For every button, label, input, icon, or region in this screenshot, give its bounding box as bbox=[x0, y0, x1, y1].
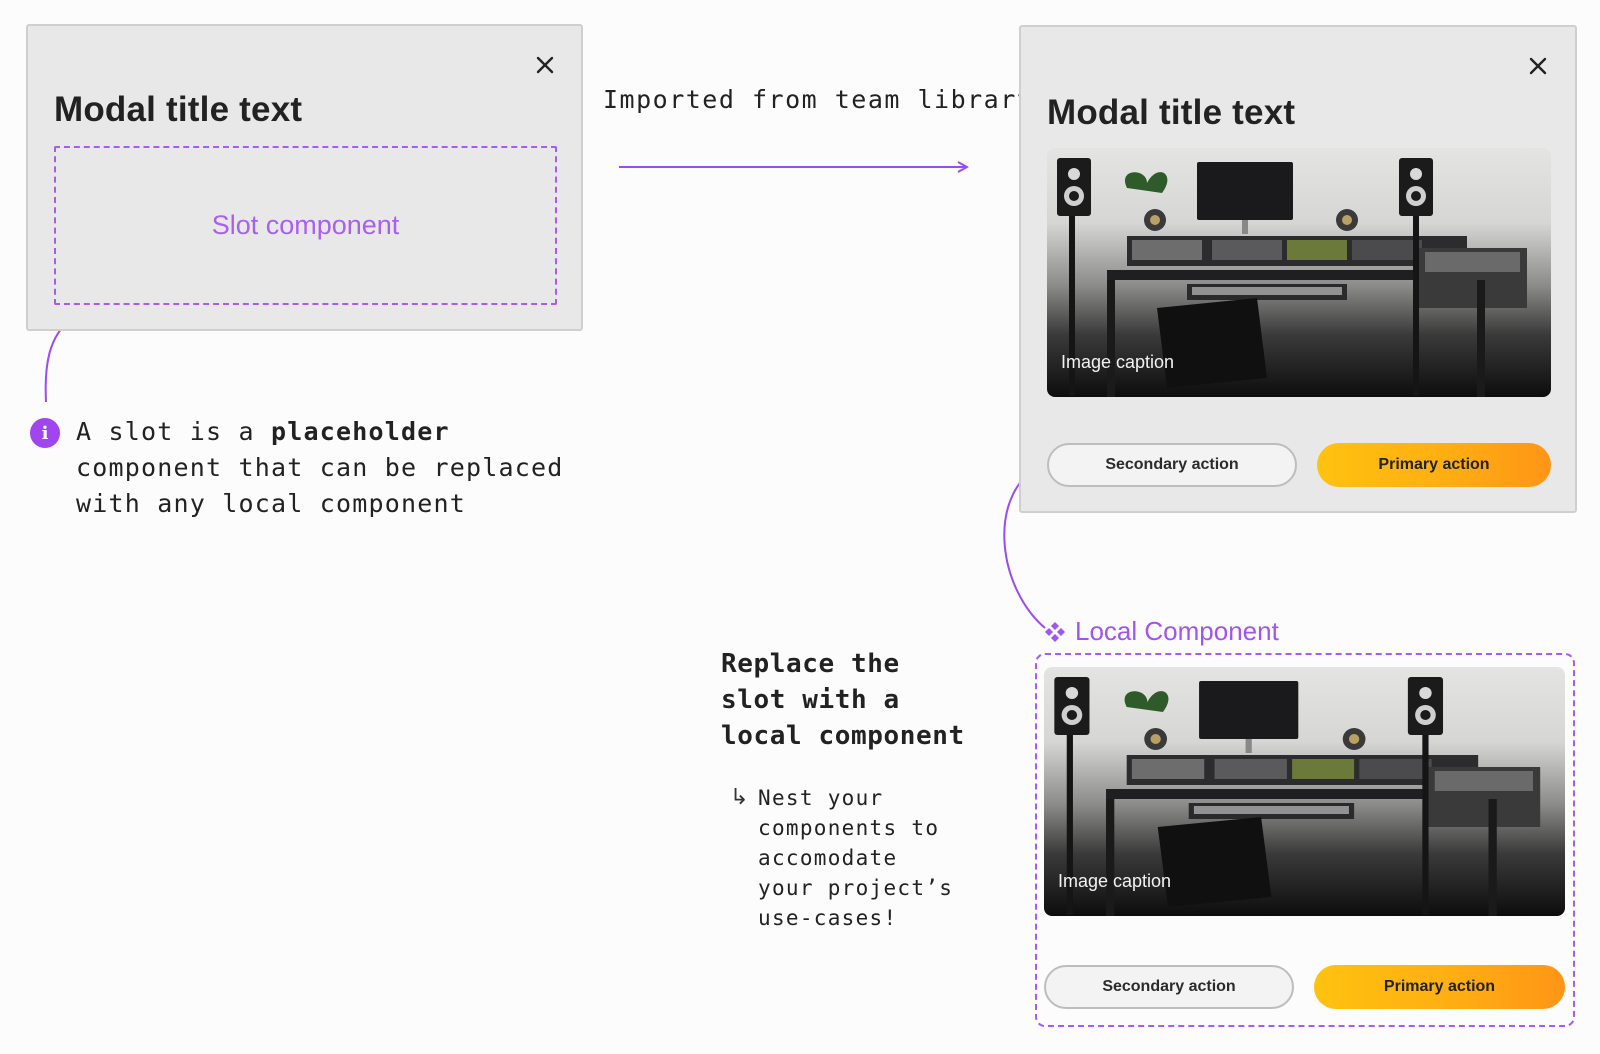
modal-title: Modal title text bbox=[1047, 93, 1296, 132]
info-icon: i bbox=[30, 418, 60, 448]
local-component[interactable]: Image caption Secondary action Primary a… bbox=[1035, 653, 1575, 1027]
modal-title: Modal title text bbox=[54, 90, 303, 129]
close-icon[interactable] bbox=[1526, 54, 1550, 78]
local-component-label: Local Component bbox=[1043, 616, 1279, 647]
replace-heading: Replace the slot with a local component bbox=[721, 649, 965, 751]
image-caption: Image caption bbox=[1061, 352, 1175, 372]
primary-action-button[interactable]: Primary action bbox=[1314, 965, 1565, 1009]
image-caption: Image caption bbox=[1058, 871, 1172, 891]
local-component-title: Local Component bbox=[1075, 616, 1279, 646]
result-modal: Modal title text Image caption Secondary… bbox=[1019, 25, 1577, 513]
slot-description: A slot is a placeholder component that c… bbox=[76, 414, 596, 522]
template-modal: Modal title text Slot component bbox=[26, 24, 583, 331]
note-emphasis: placeholder bbox=[271, 417, 450, 446]
primary-action-button[interactable]: Primary action bbox=[1317, 443, 1551, 487]
component-icon bbox=[1043, 620, 1067, 644]
studio-image: Image caption bbox=[1047, 148, 1551, 397]
secondary-action-button[interactable]: Secondary action bbox=[1047, 443, 1297, 487]
slot-label: Slot component bbox=[211, 210, 400, 240]
flow-label: Imported from team library bbox=[603, 85, 1034, 114]
sub-arrow-glyph: ↳ bbox=[730, 784, 749, 809]
note-suffix: component that can be replaced with any … bbox=[76, 453, 564, 518]
slot-placeholder[interactable]: Slot component bbox=[54, 146, 557, 305]
close-icon[interactable] bbox=[533, 53, 557, 77]
note-prefix: A slot is a bbox=[76, 417, 272, 446]
studio-image: Image caption bbox=[1044, 667, 1565, 916]
secondary-action-button[interactable]: Secondary action bbox=[1044, 965, 1294, 1009]
instruction-detail: Nest your components to accomodate your … bbox=[758, 786, 954, 930]
